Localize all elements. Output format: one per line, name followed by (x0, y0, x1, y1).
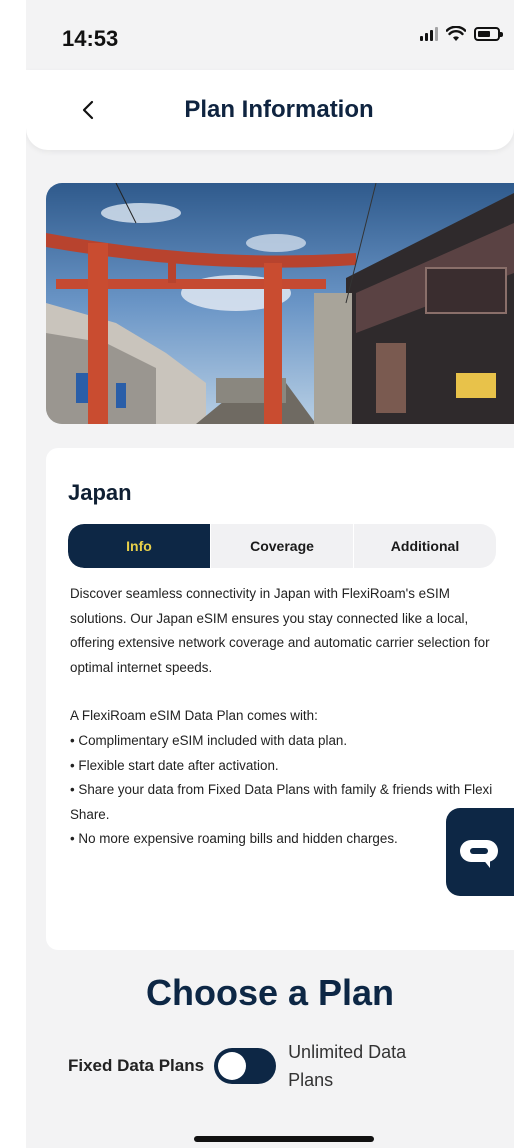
tab-info[interactable]: Info (68, 524, 210, 568)
wifi-icon (446, 26, 466, 41)
plan-card: Japan Info Coverage Additional Discover … (46, 448, 514, 950)
plan-tabs: Info Coverage Additional (68, 524, 496, 568)
torii-street-illustration (46, 183, 514, 424)
info-text: Discover seamless connectivity in Japan … (70, 582, 500, 852)
intro-paragraph: Discover seamless connectivity in Japan … (70, 586, 490, 675)
feature-item: • Flexible start date after activation. (70, 757, 279, 773)
feature-list: • Complimentary eSIM included with data … (70, 729, 500, 852)
signal-icon (420, 27, 438, 41)
home-indicator (194, 1136, 374, 1142)
status-icons (420, 26, 503, 42)
page-title: Plan Information (184, 96, 374, 123)
header: Plan Information (26, 70, 514, 150)
status-time: 14:53 (62, 26, 119, 51)
choose-plan-heading: Choose a Plan (145, 972, 395, 1013)
fixed-data-plans-label: Fixed Data Plans (68, 1056, 205, 1075)
plan-type-toggle-row: Fixed Data Plans Unlimited Data Plans (68, 1038, 448, 1094)
status-bar: 14:53 (26, 0, 514, 70)
plan-type-toggle[interactable] (214, 1048, 277, 1084)
unlimited-data-plans-label: Unlimited Data Plans (288, 1042, 407, 1090)
hero-image (46, 183, 514, 424)
feature-item: • No more expensive roaming bills and hi… (70, 831, 398, 847)
feature-item: • Complimentary eSIM included with data … (70, 732, 348, 748)
phone-screen: 14:53 Plan Information Japan Info Covera… (26, 0, 514, 1148)
toggle-knob (218, 1052, 247, 1080)
country-title: Japan (68, 480, 132, 505)
battery-icon (474, 27, 503, 41)
list-heading: A FlexiRoam eSIM Data Plan comes with: (70, 708, 318, 724)
tab-coverage[interactable]: Coverage (210, 524, 354, 568)
tab-additional[interactable]: Additional (354, 524, 496, 568)
feature-item: • Share your data from Fixed Data Plans … (70, 782, 493, 822)
chat-button[interactable] (446, 808, 514, 896)
